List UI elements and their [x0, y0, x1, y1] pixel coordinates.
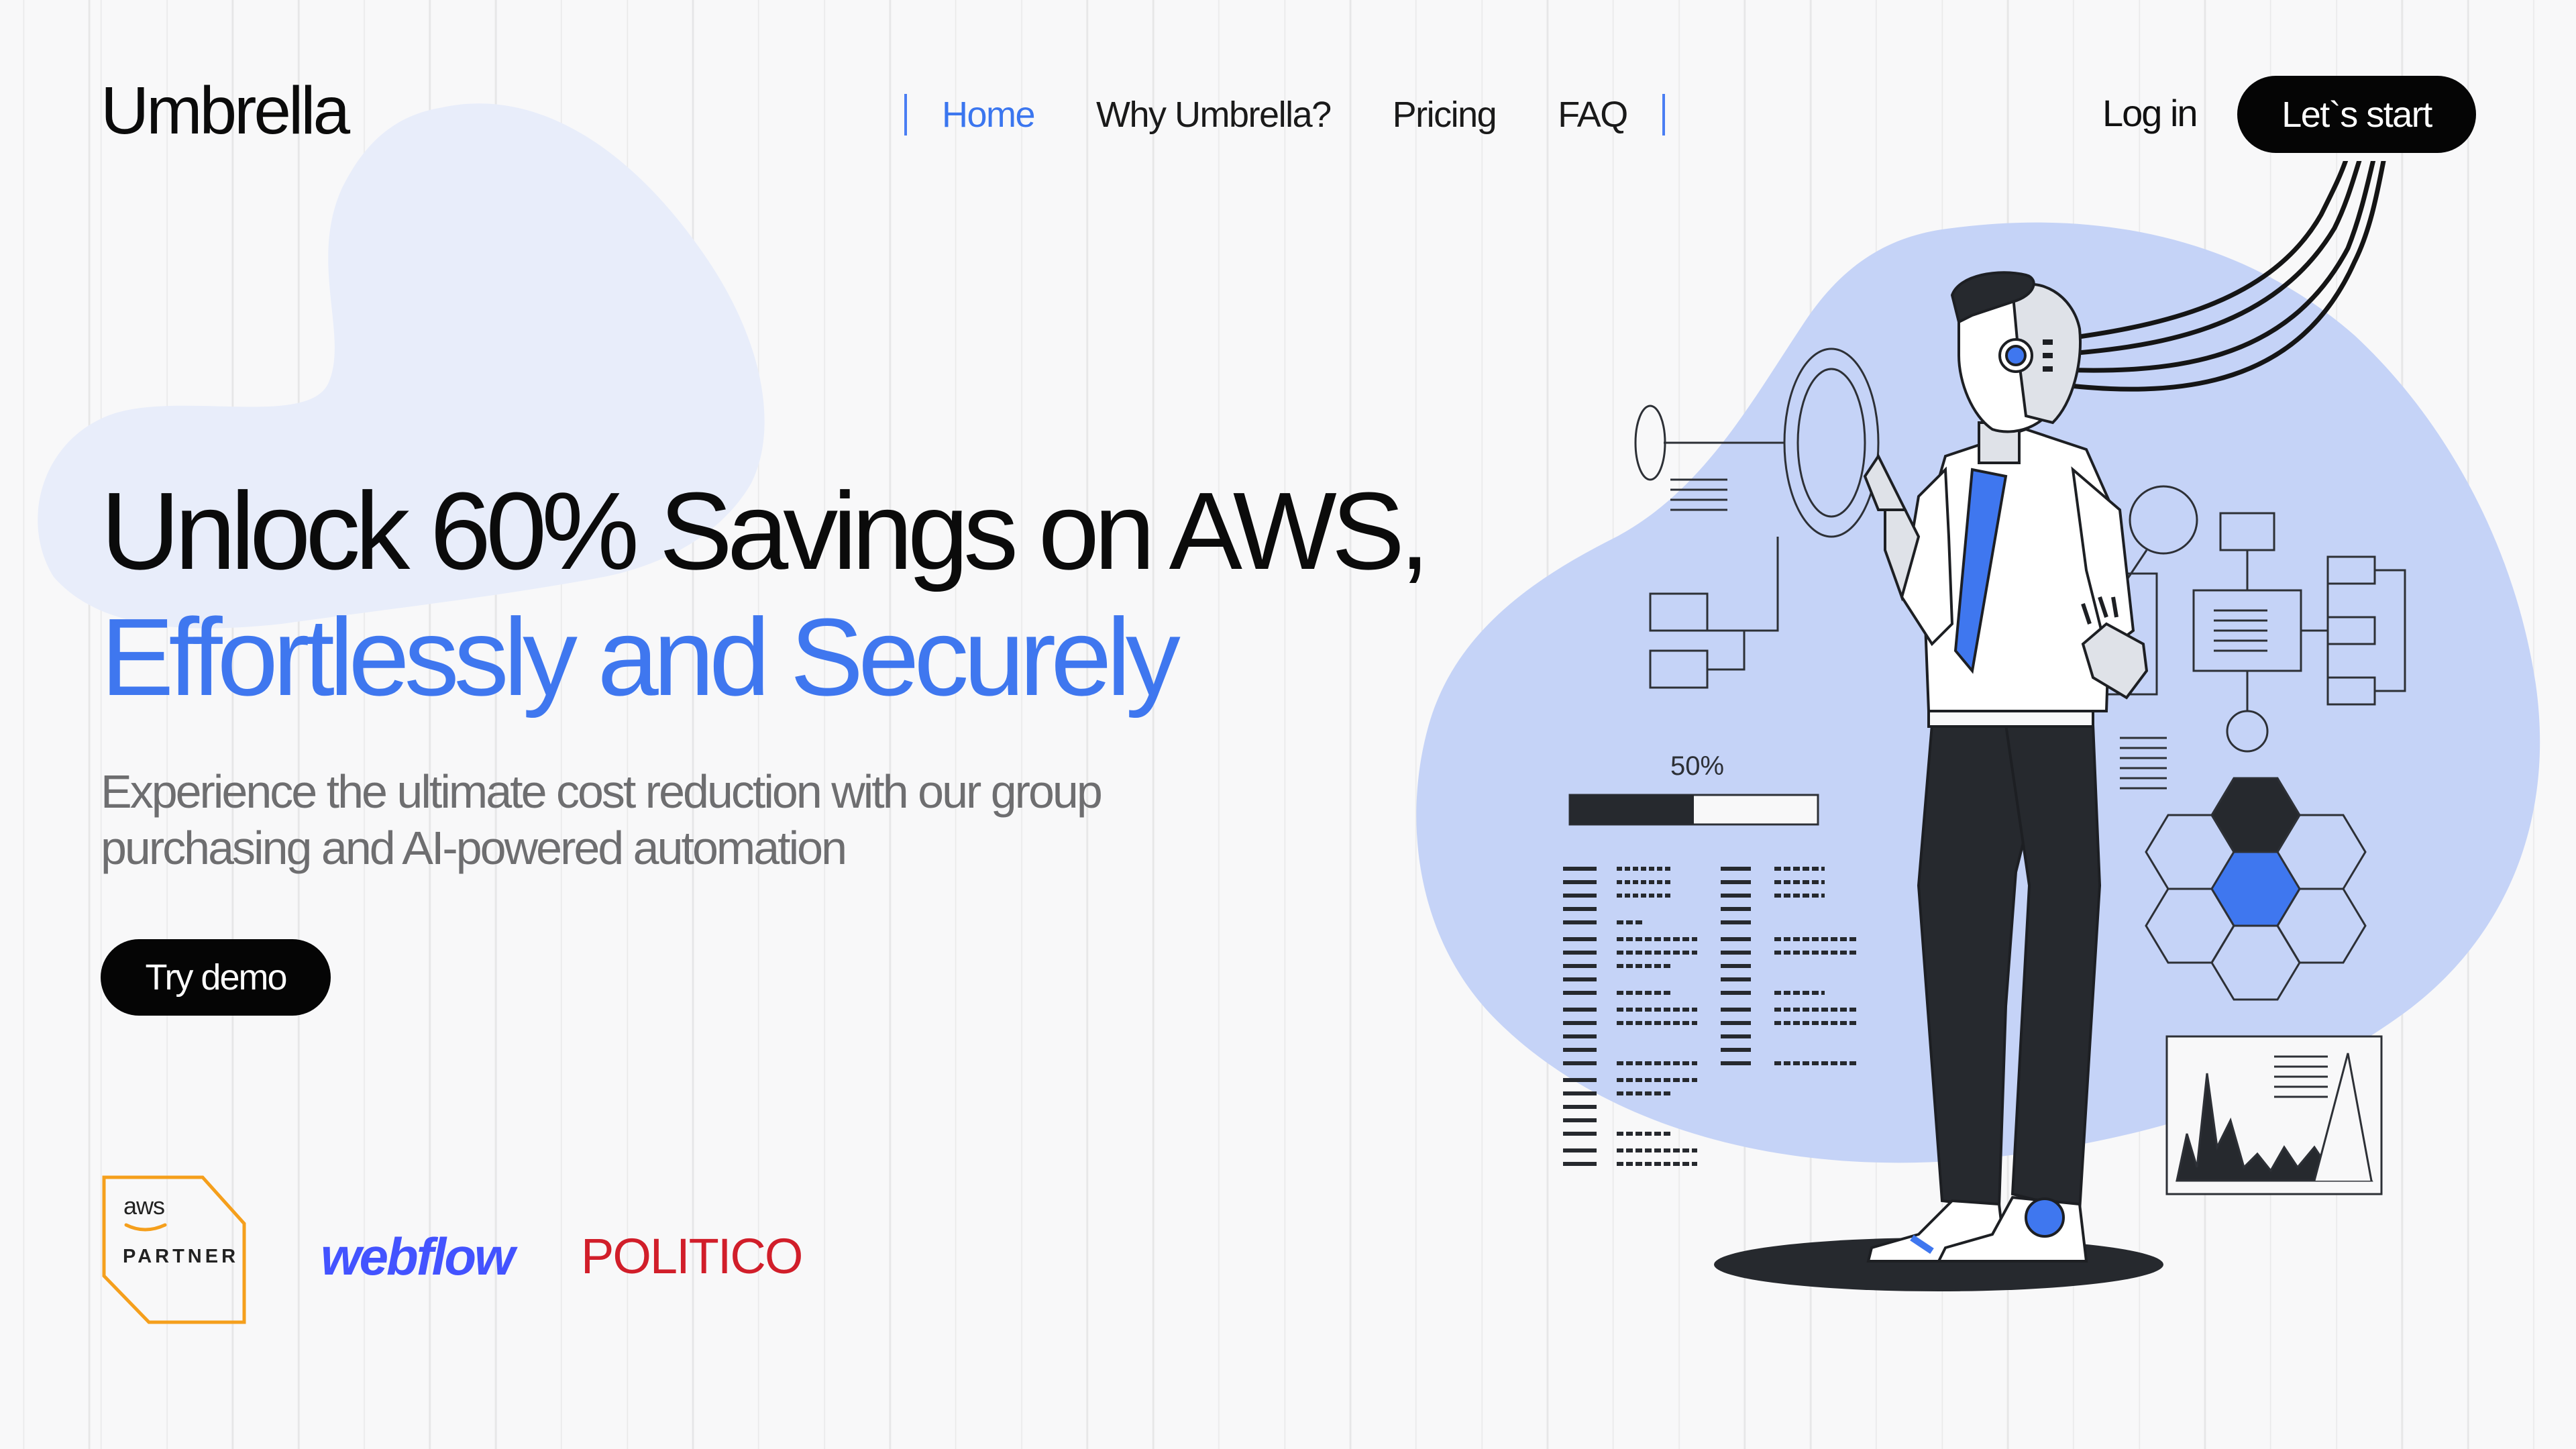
main-nav: Home Why Umbrella? Pricing FAQ [904, 94, 1665, 136]
progress-label: 50% [1670, 751, 1724, 781]
hero-title-line2: Effortlessly and Securely [101, 596, 1181, 718]
aws-word: aws [123, 1192, 165, 1220]
hero-subtitle: Experience the ultimate cost reduction w… [101, 765, 1103, 874]
progress-bar-50: 50% [1568, 751, 1819, 826]
lets-start-button[interactable]: Let`s start [2237, 76, 2476, 153]
cables [2039, 161, 2386, 392]
robot-man-illustration: 50% [1563, 161, 2406, 1291]
progress-fill [1570, 795, 1694, 824]
nav-faq[interactable]: FAQ [1558, 94, 1628, 136]
nav-why-umbrella[interactable]: Why Umbrella? [1096, 94, 1332, 136]
hexagon-cluster [2145, 777, 2367, 1001]
hero-title-line1: Unlock 60% Savings on AWS, [101, 470, 1430, 592]
login-link[interactable]: Log in [2102, 91, 2198, 135]
webflow-logo: webflow [321, 1227, 515, 1286]
ui-sketches-left [1634, 347, 1880, 689]
mini-chart-card [2165, 1035, 2383, 1195]
aws-partner-label: PARTNER [123, 1246, 239, 1267]
brand-logo[interactable]: Umbrella [101, 72, 350, 150]
robot-man [1863, 271, 2149, 1263]
politico-logo: POLITICO [581, 1228, 803, 1284]
nav-home[interactable]: Home [942, 94, 1036, 136]
nav-pricing[interactable]: Pricing [1393, 94, 1497, 136]
try-demo-button[interactable]: Try demo [101, 939, 331, 1016]
code-lines [1563, 867, 1858, 1166]
